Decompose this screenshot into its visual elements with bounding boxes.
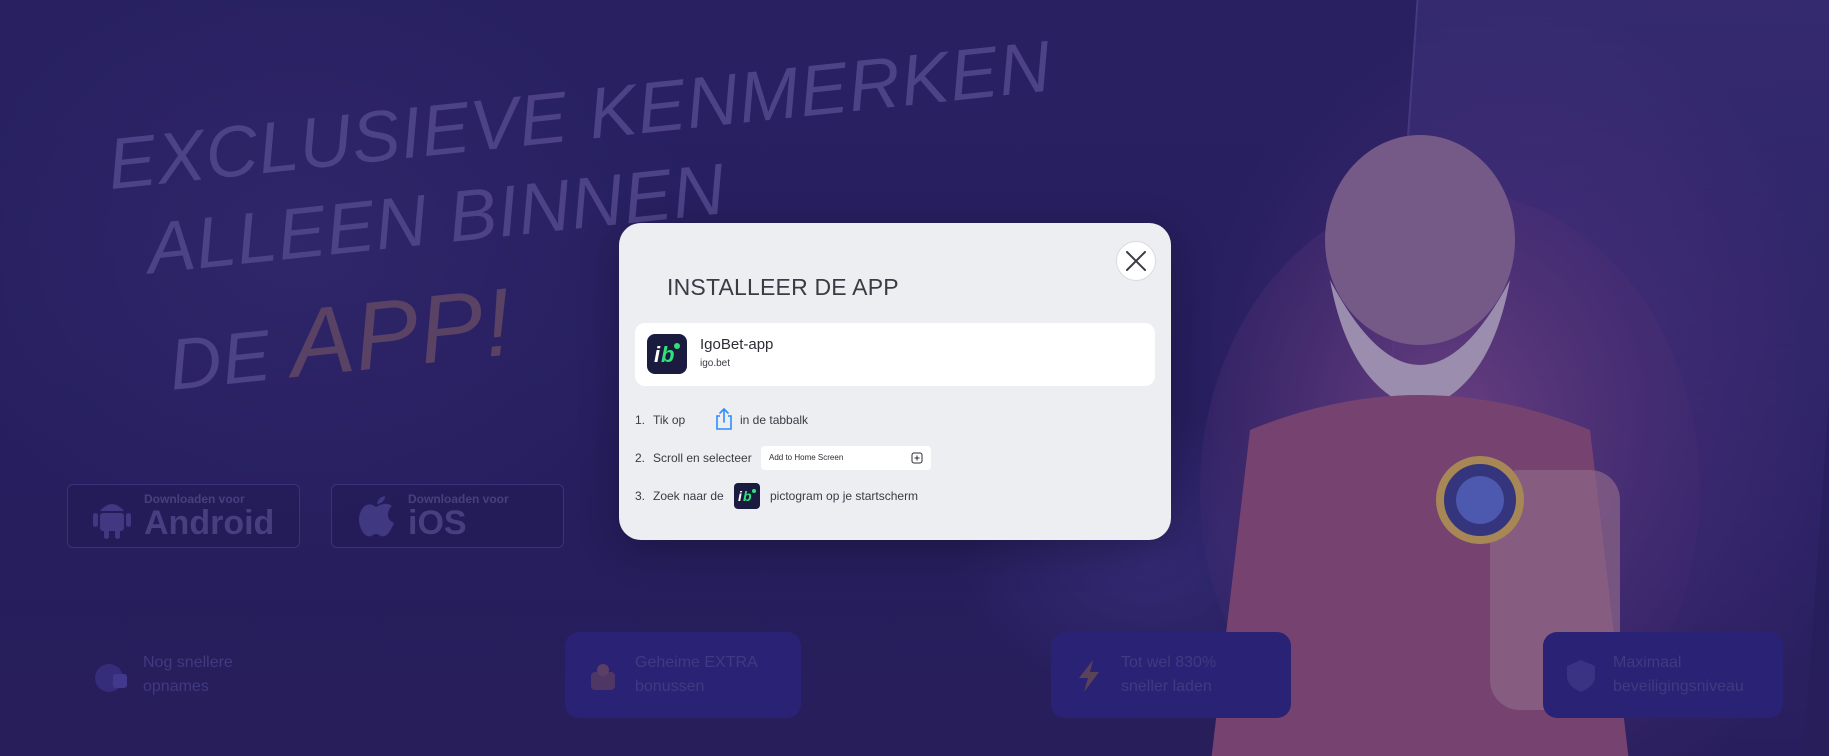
step-3-text: Zoek naar de (653, 489, 724, 503)
step-3-number: 3. (635, 489, 646, 503)
step-1-text: Tik op (653, 413, 686, 427)
app-logo-icon: i b (654, 342, 680, 367)
step-1-number: 1. (635, 413, 646, 427)
install-step-3: 3. Zoek naar de i b pictogram op je star… (635, 483, 1155, 509)
close-icon (1126, 251, 1146, 271)
svg-text:i: i (654, 342, 661, 367)
install-step-2: 2. Scroll en selecteer Add to Home Scree… (635, 445, 1155, 471)
modal-title: INSTALLEER DE APP (667, 274, 899, 300)
share-icon (716, 407, 732, 430)
add-square-icon (911, 452, 923, 464)
install-app-modal: INSTALLEER DE APP i b IgoBet-app igo.bet… (619, 223, 1171, 540)
close-button[interactable] (1116, 241, 1156, 281)
mini-app-logo: i b (734, 483, 760, 509)
step-2-number: 2. (635, 451, 646, 465)
app-logo-icon: i b (738, 488, 756, 504)
add-to-home-screen-label: Add to Home Screen (769, 453, 844, 462)
app-domain: igo.bet (700, 358, 731, 369)
step-2-text: Scroll en selecteer (653, 451, 752, 465)
svg-text:b: b (661, 342, 674, 367)
app-logo: i b (647, 334, 687, 374)
install-step-1: 1. Tik op in de tabbalk (635, 407, 1155, 433)
add-to-home-screen-chip: Add to Home Screen (761, 446, 931, 470)
app-name: IgoBet-app (700, 336, 774, 353)
step-3-after: pictogram op je startscherm (770, 489, 919, 503)
app-card: i b IgoBet-app igo.bet (635, 323, 1155, 386)
svg-text:b: b (743, 488, 752, 504)
step-1-after: in de tabbalk (740, 413, 809, 427)
